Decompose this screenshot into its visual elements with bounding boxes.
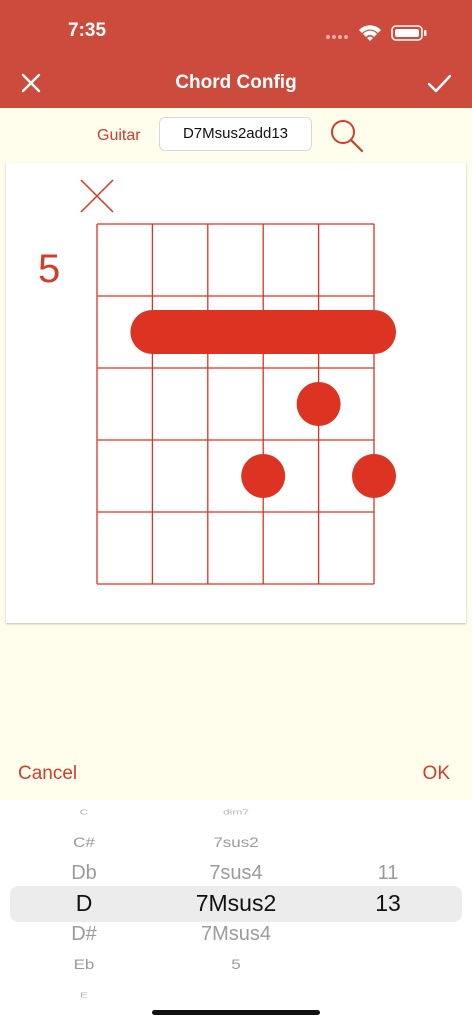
picker-option-root[interactable]: D# [9,923,159,946]
status-time: 7:35 [68,20,107,41]
picker-option-extension[interactable]: 13 [313,890,463,917]
picker-option-type[interactable]: 7sus4 [161,862,311,885]
confirm-button[interactable] [424,68,454,98]
chord-diagram-card [6,163,466,623]
search-button[interactable] [328,117,364,153]
battery-icon [391,25,427,41]
close-icon [21,73,41,93]
checkmark-icon [427,74,452,93]
picker-option-root[interactable]: Db [9,862,159,885]
picker-option-root[interactable]: Eb [9,957,159,973]
chord-picker[interactable]: C C# Db D D# Eb E dim7 7sus2 7sus4 7Msus2 7Msus4 5 … [0,800,472,1024]
instrument-selector[interactable]: Guitar [97,127,141,145]
ok-button[interactable]: OK [423,763,450,785]
cancel-button[interactable]: Cancel [18,763,77,785]
picker-column-extension[interactable]: 11 13 [313,800,463,1024]
home-indicator [152,1010,320,1015]
picker-option-type[interactable]: 5 [161,957,311,973]
close-button[interactable] [16,68,46,98]
wifi-icon [359,25,381,41]
chord-name-input[interactable]: D7Msus2add13 [159,117,312,151]
start-fret-number: 5 [38,247,61,291]
nav-header: 7:35 Chord Config [0,0,472,108]
cellular-signal-icon [326,35,348,39]
picker-option-extension[interactable]: 11 [313,862,463,885]
picker-option-root[interactable]: C# [9,835,159,851]
page-title: Chord Config [175,72,297,93]
picker-column-type[interactable]: dim7 7sus2 7sus4 7Msus2 7Msus4 5 [161,800,311,1024]
picker-option-root[interactable]: C [9,808,159,816]
status-icons [326,25,427,41]
picker-option-type[interactable]: 7sus2 [161,835,311,851]
picker-option-type[interactable]: 7Msus4 [161,923,311,946]
picker-option-type[interactable]: 7Msus2 [161,890,311,917]
search-icon [331,120,364,153]
picker-column-root[interactable]: C C# Db D D# Eb E [9,800,159,1024]
picker-option-type[interactable]: dim7 [161,808,311,816]
picker-option-root[interactable]: E [9,991,159,999]
picker-option-root[interactable]: D [9,890,159,917]
